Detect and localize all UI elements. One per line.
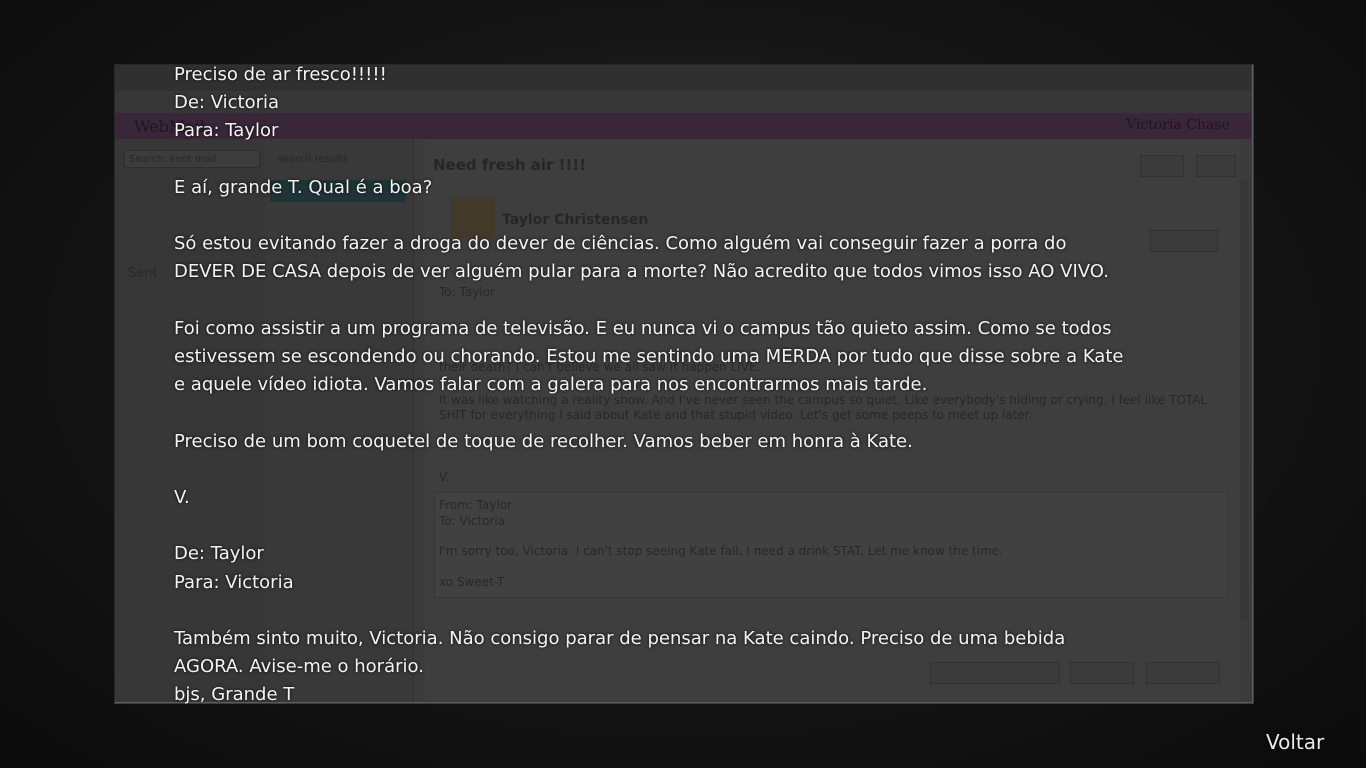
email-paragraph: E aí, grande T. Qual é a boa? xyxy=(174,176,433,198)
back-button[interactable]: Voltar xyxy=(1266,730,1324,754)
email-to: Para: Taylor xyxy=(174,120,279,142)
email-paragraph-line: Só estou evitando fazer a droga do dever… xyxy=(174,233,1067,255)
reply-paragraph-line: AGORA. Avise-me o horário. xyxy=(174,656,424,678)
reply-to: Para: Victoria xyxy=(174,571,294,593)
email-paragraph-line: Foi como assistir a um programa de telev… xyxy=(174,317,1112,339)
email-paragraph-line: estivessem se escondendo ou chorando. Es… xyxy=(174,345,1124,367)
reply-from: De: Taylor xyxy=(174,543,264,565)
reply-signature: bjs, Grande T xyxy=(174,684,295,706)
email-from: De: Victoria xyxy=(174,92,280,114)
email-signature: V. xyxy=(174,486,190,508)
email-paragraph-line: e aquele vídeo idiota. Vamos falar com a… xyxy=(174,374,928,396)
email-subject: Preciso de ar fresco!!!!! xyxy=(174,64,387,85)
email-paragraph-line: DEVER DE CASA depois de ver alguém pular… xyxy=(174,261,1109,283)
email-text-overlay: Preciso de ar fresco!!!!! De: Victoria P… xyxy=(174,61,1214,710)
email-paragraph: Preciso de um bom coquetel de toque de r… xyxy=(174,430,913,452)
reply-paragraph-line: Também sinto muito, Victoria. Não consig… xyxy=(174,627,1066,649)
